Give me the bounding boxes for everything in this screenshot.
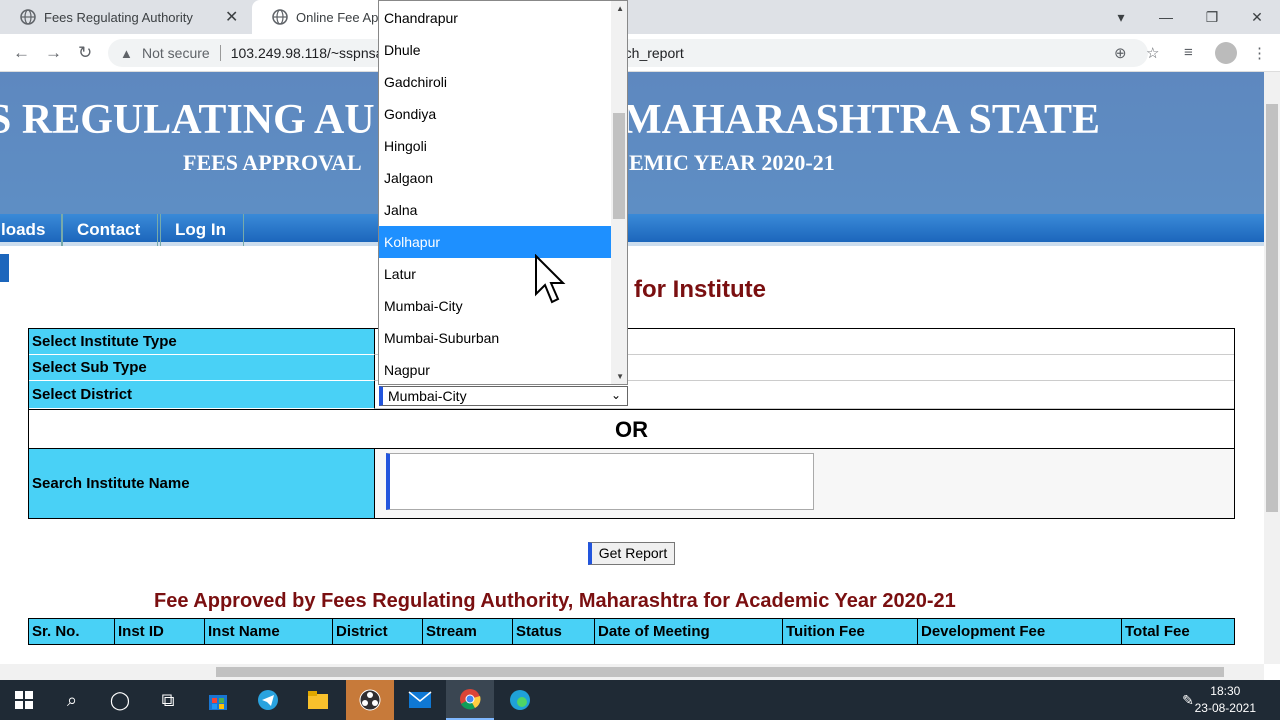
get-report-button[interactable]: Get Report: [588, 542, 675, 565]
menu-icon[interactable]: ⋮: [1252, 44, 1267, 62]
minimize-button[interactable]: —: [1143, 0, 1189, 34]
star-icon[interactable]: ☆: [1146, 44, 1159, 62]
reload-icon[interactable]: ↻: [78, 43, 92, 63]
vertical-scroll-thumb[interactable]: [1266, 104, 1278, 512]
option-dhule[interactable]: Dhule: [379, 34, 611, 66]
site-banner: S REGULATING AU MAHARASHTRA STATE FEES A…: [0, 72, 1264, 214]
avatar[interactable]: [1215, 42, 1237, 64]
edge-icon[interactable]: [496, 680, 544, 720]
close-icon[interactable]: ✕: [225, 7, 238, 27]
close-window-button[interactable]: ✕: [1234, 0, 1280, 34]
banner-title-right: MAHARASHTRA STATE: [622, 97, 1101, 143]
search-institute-label: Search Institute Name: [29, 449, 375, 518]
url-text-end: rch_report: [620, 45, 684, 61]
option-gadchiroli[interactable]: Gadchiroli: [379, 66, 611, 98]
district-select[interactable]: Mumbai-City ⌄: [379, 386, 628, 406]
col-development-fee: Development Fee: [918, 619, 1122, 644]
search-icon[interactable]: ⌕: [48, 680, 96, 720]
institute-name-input[interactable]: [386, 453, 814, 510]
horizontal-scroll-thumb[interactable]: [216, 667, 1224, 677]
col-tuition-fee: Tuition Fee: [783, 619, 918, 644]
page-title: for Institute: [634, 276, 766, 303]
district-select-value: Mumbai-City: [388, 388, 467, 404]
col-stream: Stream: [423, 619, 513, 644]
col-district: District: [333, 619, 423, 644]
col-date-of-meeting: Date of Meeting: [595, 619, 783, 644]
clock-time: 18:30: [1210, 684, 1241, 698]
nav-menu: loads Contact Log In: [0, 214, 1264, 246]
taskbar: ⌕ ◯ ⧉ ✎ 18:30 23-08-2021: [0, 680, 1280, 720]
tab-fees-authority[interactable]: Fees Regulating Authority ✕: [0, 0, 248, 34]
institute-type-label: Select Institute Type: [29, 329, 375, 355]
district-dropdown-list[interactable]: Chandrapur Dhule Gadchiroli Gondiya Hing…: [378, 0, 628, 385]
banner-title-left: S REGULATING AU: [0, 97, 375, 143]
zoom-icon[interactable]: ⊕: [1114, 44, 1127, 62]
file-explorer-icon[interactable]: [294, 680, 342, 720]
option-nagpur[interactable]: Nagpur: [379, 354, 611, 384]
tab-bar: Fees Regulating Authority ✕ Online Fee A…: [0, 0, 1280, 34]
tab-search-icon[interactable]: ▾: [1098, 0, 1144, 34]
dropdown-scroll-thumb[interactable]: [613, 113, 625, 219]
option-chandrapur[interactable]: Chandrapur: [379, 2, 611, 34]
restore-button[interactable]: ❐: [1189, 0, 1235, 34]
globe-icon: [272, 9, 288, 25]
option-mumbai-suburban[interactable]: Mumbai-Suburban: [379, 322, 611, 354]
telegram-icon[interactable]: [244, 680, 292, 720]
obs-icon[interactable]: [346, 680, 394, 720]
windows-start-icon[interactable]: [0, 680, 48, 720]
option-kolhapur[interactable]: Kolhapur: [379, 226, 611, 258]
col-total-fee: Total Fee: [1125, 623, 1190, 640]
tab-title: Fees Regulating Authority: [44, 9, 193, 25]
scroll-down-icon[interactable]: ▼: [616, 372, 624, 381]
back-icon[interactable]: ←: [13, 43, 30, 63]
col-status: Status: [513, 619, 595, 644]
option-jalgaon[interactable]: Jalgaon: [379, 162, 611, 194]
option-latur[interactable]: Latur: [379, 258, 611, 290]
clock-date: 23-08-2021: [1194, 701, 1256, 715]
banner-subtitle-right: EMIC YEAR 2020-21: [629, 150, 835, 175]
option-gondiya[interactable]: Gondiya: [379, 98, 611, 130]
or-divider: OR: [29, 409, 1234, 449]
scroll-up-icon[interactable]: ▲: [616, 4, 624, 13]
globe-icon: [20, 9, 36, 25]
system-clock[interactable]: 18:30 23-08-2021: [1195, 683, 1256, 717]
mouse-cursor-icon: [535, 254, 566, 304]
store-icon[interactable]: [194, 680, 242, 720]
sub-type-label: Select Sub Type: [29, 355, 375, 381]
district-label: Select District: [29, 381, 375, 409]
search-form: Select Institute Type Select Sub Type Se…: [28, 328, 1235, 519]
banner-subtitle-left: FEES APPROVAL: [183, 150, 362, 175]
cortana-icon[interactable]: ◯: [96, 680, 144, 720]
results-table-header: Sr. No. Inst ID Inst Name District Strea…: [28, 618, 1235, 645]
chevron-down-icon: ⌄: [610, 388, 621, 402]
option-mumbai-city[interactable]: Mumbai-City: [379, 290, 611, 322]
media-icon[interactable]: ≡: [1184, 44, 1193, 61]
option-jalna[interactable]: Jalna: [379, 194, 611, 226]
url-field[interactable]: ▲ Not secure 103.249.98.118/~sspnsar rch…: [108, 39, 1148, 67]
chrome-icon[interactable]: [446, 680, 494, 720]
warning-icon: ▲: [120, 45, 133, 61]
task-view-icon[interactable]: ⧉: [144, 680, 192, 720]
col-sr-no: Sr. No.: [29, 619, 115, 644]
results-title: Fee Approved by Fees Regulating Authorit…: [154, 590, 956, 612]
option-hingoli[interactable]: Hingoli: [379, 130, 611, 162]
side-strip: [0, 254, 9, 282]
address-bar: ← → ↻ ▲ Not secure 103.249.98.118/~sspns…: [0, 34, 1280, 72]
col-inst-id: Inst ID: [115, 619, 205, 644]
not-secure-label: Not secure: [142, 45, 210, 61]
url-text: 103.249.98.118/~sspnsar: [230, 45, 389, 61]
menu-item-login[interactable]: Log In: [160, 214, 244, 246]
menu-item-downloads[interactable]: loads: [0, 214, 62, 246]
mail-icon[interactable]: [396, 680, 444, 720]
menu-item-contact[interactable]: Contact: [62, 214, 158, 246]
col-inst-name: Inst Name: [205, 619, 333, 644]
forward-icon[interactable]: →: [45, 43, 62, 63]
